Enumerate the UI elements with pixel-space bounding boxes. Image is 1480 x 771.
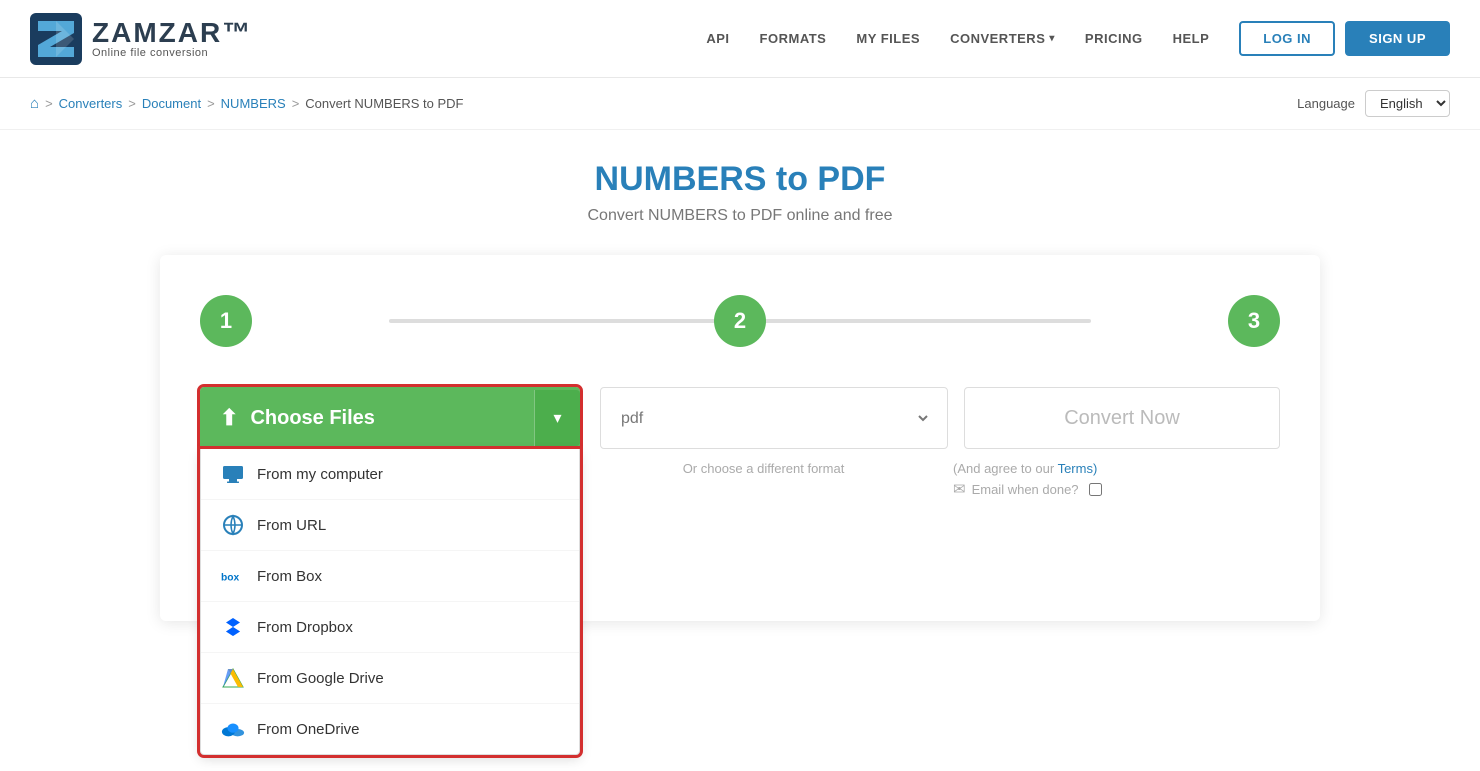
logo-subtitle: Online file conversion (92, 47, 252, 59)
main-nav: API FORMATS MY FILES CONVERTERS ▾ PRICIN… (706, 31, 1209, 46)
terms-area: (And agree to our Terms) (953, 457, 1280, 476)
nav-help[interactable]: HELP (1173, 31, 1210, 46)
format-convert-row: pdf Convert Now (600, 387, 1280, 449)
action-row: ⬆ Choose Files ▾ (200, 387, 1280, 498)
format-select-wrapper: pdf (600, 387, 948, 449)
signup-button[interactable]: SIGN UP (1345, 21, 1450, 56)
logo-icon (30, 13, 82, 65)
breadcrumb: ⌂ > Converters > Document > NUMBERS > Co… (30, 95, 463, 112)
email-label: Email when done? (972, 482, 1079, 497)
dropdown-box-label: From Box (257, 568, 322, 585)
step-1: 1 (200, 295, 252, 347)
breadcrumb-numbers[interactable]: NUMBERS (221, 96, 286, 111)
nav-my-files[interactable]: MY FILES (856, 31, 920, 46)
dropdown-item-dropbox[interactable]: From Dropbox (201, 602, 579, 653)
terms-link[interactable]: Terms) (1058, 461, 1098, 476)
choose-files-main: ⬆ Choose Files (200, 387, 534, 449)
nav-formats[interactable]: FORMATS (760, 31, 827, 46)
logo-text: ZAMZAR™ Online file conversion (92, 19, 252, 59)
converters-chevron-icon: ▾ (1049, 33, 1055, 44)
steps-row: 1 2 3 (200, 295, 1280, 347)
dropbox-icon (221, 615, 245, 639)
svg-text:box: box (221, 572, 240, 583)
dropdown-dropbox-label: From Dropbox (257, 619, 353, 636)
breadcrumb-sep-4: > (292, 96, 300, 111)
header: ZAMZAR™ Online file conversion API FORMA… (0, 0, 1480, 78)
breadcrumb-sep-3: > (207, 96, 215, 111)
dropdown-onedrive-label: From OneDrive (257, 721, 360, 738)
onedrive-icon (221, 717, 245, 741)
language-label: Language (1297, 96, 1355, 111)
breadcrumb-sep-2: > (128, 96, 136, 111)
converter-box: 1 2 3 ⬆ Choose Files ▾ (160, 255, 1320, 621)
format-hint: Or choose a different format (600, 461, 927, 476)
dropdown-gdrive-label: From Google Drive (257, 670, 384, 687)
page-title: NUMBERS to PDF (160, 160, 1320, 199)
dropdown-item-box[interactable]: box From Box (201, 551, 579, 602)
nav-api[interactable]: API (706, 31, 729, 46)
choose-files-arrow-icon: ▾ (534, 390, 580, 446)
language-area: Language English (1297, 90, 1450, 117)
dropdown-item-url[interactable]: From URL (201, 500, 579, 551)
computer-icon (221, 462, 245, 486)
email-icon: ✉ (953, 480, 966, 498)
page-subtitle: Convert NUMBERS to PDF online and free (160, 207, 1320, 225)
dropdown-item-gdrive[interactable]: From Google Drive (201, 653, 579, 704)
email-checkbox[interactable] (1089, 483, 1102, 496)
gdrive-icon (221, 666, 245, 690)
convert-now-button[interactable]: Convert Now (964, 387, 1280, 449)
page-title-area: NUMBERS to PDF Convert NUMBERS to PDF on… (160, 160, 1320, 225)
step-3: 3 (1228, 295, 1280, 347)
breadcrumb-document[interactable]: Document (142, 96, 201, 111)
upload-icon: ⬆ (220, 405, 238, 431)
choose-files-label: Choose Files (250, 407, 374, 430)
choose-files-dropdown: From my computer From URL (200, 449, 580, 755)
breadcrumb-bar: ⌂ > Converters > Document > NUMBERS > Co… (0, 78, 1480, 130)
breadcrumb-sep-1: > (45, 96, 53, 111)
logo-title: ZAMZAR™ (92, 19, 252, 47)
dropdown-item-computer[interactable]: From my computer (201, 449, 579, 500)
logo[interactable]: ZAMZAR™ Online file conversion (30, 13, 252, 65)
language-select[interactable]: English (1365, 90, 1450, 117)
email-area: ✉ Email when done? (953, 480, 1280, 498)
breadcrumb-converters[interactable]: Converters (59, 96, 123, 111)
home-icon: ⌂ (30, 95, 39, 112)
nav-converters[interactable]: CONVERTERS ▾ (950, 31, 1055, 46)
login-button[interactable]: LOG IN (1239, 21, 1335, 56)
format-convert-area: pdf Convert Now Or choose a different fo… (600, 387, 1280, 498)
url-icon (221, 513, 245, 537)
box-icon: box (221, 564, 245, 588)
step-2: 2 (714, 295, 766, 347)
breadcrumb-home[interactable]: ⌂ (30, 95, 39, 112)
main-content: NUMBERS to PDF Convert NUMBERS to PDF on… (140, 130, 1340, 691)
nav-pricing[interactable]: PRICING (1085, 31, 1143, 46)
dropdown-computer-label: From my computer (257, 466, 383, 483)
choose-files-button[interactable]: ⬆ Choose Files ▾ (200, 387, 580, 449)
dropdown-item-onedrive[interactable]: From OneDrive (201, 704, 579, 754)
choose-files-wrapper: ⬆ Choose Files ▾ (200, 387, 580, 449)
breadcrumb-current: Convert NUMBERS to PDF (305, 96, 463, 111)
dropdown-url-label: From URL (257, 517, 326, 534)
format-select[interactable]: pdf (617, 409, 931, 428)
